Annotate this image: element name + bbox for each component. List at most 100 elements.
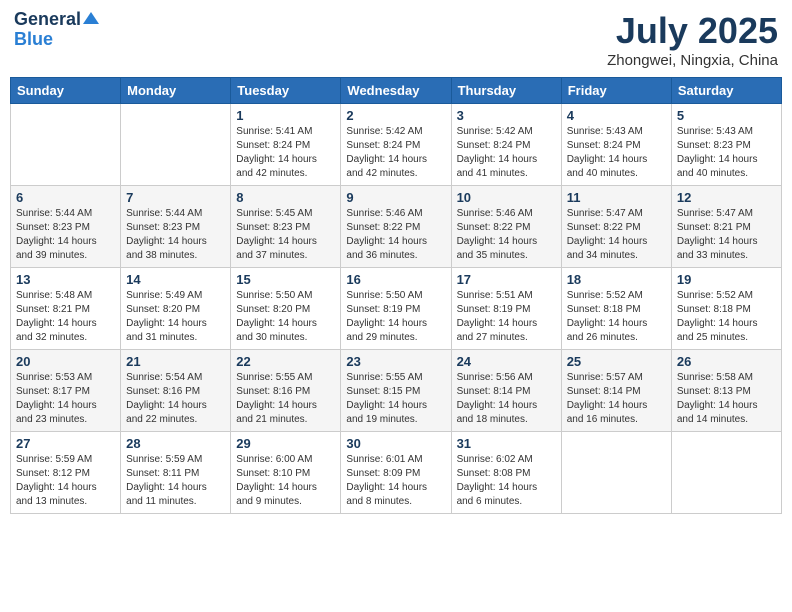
weekday-header-row: SundayMondayTuesdayWednesdayThursdayFrid… xyxy=(11,78,782,104)
day-number: 21 xyxy=(126,354,225,369)
day-info: Sunrise: 5:49 AM Sunset: 8:20 PM Dayligh… xyxy=(126,289,225,345)
day-number: 12 xyxy=(677,190,776,205)
calendar-cell: 28 Sunrise: 5:59 AM Sunset: 8:11 PM Dayli… xyxy=(121,432,231,514)
calendar-cell: 18 Sunrise: 5:52 AM Sunset: 8:18 PM Dayli… xyxy=(561,268,671,350)
day-number: 2 xyxy=(346,108,445,123)
day-number: 6 xyxy=(16,190,115,205)
calendar-cell: 4 Sunrise: 5:43 AM Sunset: 8:24 PM Daylig… xyxy=(561,104,671,186)
day-number: 28 xyxy=(126,436,225,451)
calendar-cell: 3 Sunrise: 5:42 AM Sunset: 8:24 PM Daylig… xyxy=(451,104,561,186)
week-row-1: 1 Sunrise: 5:41 AM Sunset: 8:24 PM Daylig… xyxy=(11,104,782,186)
day-info: Sunrise: 5:48 AM Sunset: 8:21 PM Dayligh… xyxy=(16,289,115,345)
calendar-cell: 10 Sunrise: 5:46 AM Sunset: 8:22 PM Dayli… xyxy=(451,186,561,268)
day-info: Sunrise: 6:00 AM Sunset: 8:10 PM Dayligh… xyxy=(236,453,335,509)
day-info: Sunrise: 5:55 AM Sunset: 8:15 PM Dayligh… xyxy=(346,371,445,427)
day-number: 17 xyxy=(457,272,556,287)
calendar-cell: 25Sunrise: 5:57 AM Sunset: 8:14 PM Dayli… xyxy=(561,350,671,432)
weekday-header-saturday: Saturday xyxy=(671,78,781,104)
day-number: 30 xyxy=(346,436,445,451)
day-info: Sunrise: 5:59 AM Sunset: 8:11 PM Dayligh… xyxy=(126,453,225,509)
day-info: Sunrise: 5:45 AM Sunset: 8:23 PM Dayligh… xyxy=(236,207,335,263)
calendar-cell: 20Sunrise: 5:53 AM Sunset: 8:17 PM Dayli… xyxy=(11,350,121,432)
calendar-cell: 23 Sunrise: 5:55 AM Sunset: 8:15 PM Dayli… xyxy=(341,350,451,432)
weekday-header-sunday: Sunday xyxy=(11,78,121,104)
day-number: 18 xyxy=(567,272,666,287)
day-info: Sunrise: 5:54 AM Sunset: 8:16 PM Dayligh… xyxy=(126,371,225,427)
calendar-cell xyxy=(671,432,781,514)
day-info: Sunrise: 5:53 AM Sunset: 8:17 PM Dayligh… xyxy=(16,371,115,427)
calendar-cell: 15Sunrise: 5:50 AM Sunset: 8:20 PM Dayli… xyxy=(231,268,341,350)
calendar-cell: 24 Sunrise: 5:56 AM Sunset: 8:14 PM Dayli… xyxy=(451,350,561,432)
day-number: 3 xyxy=(457,108,556,123)
calendar-cell xyxy=(11,104,121,186)
calendar-cell: 14 Sunrise: 5:49 AM Sunset: 8:20 PM Dayli… xyxy=(121,268,231,350)
day-number: 22 xyxy=(236,354,335,369)
weekday-header-friday: Friday xyxy=(561,78,671,104)
day-number: 25 xyxy=(567,354,666,369)
calendar-cell: 6 Sunrise: 5:44 AM Sunset: 8:23 PM Daylig… xyxy=(11,186,121,268)
day-number: 27 xyxy=(16,436,115,451)
calendar-cell xyxy=(561,432,671,514)
day-number: 29 xyxy=(236,436,335,451)
day-info: Sunrise: 5:56 AM Sunset: 8:14 PM Dayligh… xyxy=(457,371,556,427)
calendar-cell: 17 Sunrise: 5:51 AM Sunset: 8:19 PM Dayli… xyxy=(451,268,561,350)
day-number: 10 xyxy=(457,190,556,205)
calendar-cell: 12 Sunrise: 5:47 AM Sunset: 8:21 PM Dayli… xyxy=(671,186,781,268)
day-number: 26 xyxy=(677,354,776,369)
calendar-cell: 27 Sunrise: 5:59 AM Sunset: 8:12 PM Dayli… xyxy=(11,432,121,514)
logo: General Blue xyxy=(14,10,99,50)
calendar-table: SundayMondayTuesdayWednesdayThursdayFrid… xyxy=(10,77,782,514)
day-number: 16 xyxy=(346,272,445,287)
day-number: 23 xyxy=(346,354,445,369)
calendar-cell: 11 Sunrise: 5:47 AM Sunset: 8:22 PM Dayli… xyxy=(561,186,671,268)
day-info: Sunrise: 5:46 AM Sunset: 8:22 PM Dayligh… xyxy=(457,207,556,263)
calendar-cell: 22 Sunrise: 5:55 AM Sunset: 8:16 PM Dayli… xyxy=(231,350,341,432)
day-number: 24 xyxy=(457,354,556,369)
day-info: Sunrise: 6:01 AM Sunset: 8:09 PM Dayligh… xyxy=(346,453,445,509)
day-info: Sunrise: 5:47 AM Sunset: 8:21 PM Dayligh… xyxy=(677,207,776,263)
calendar-cell: 30 Sunrise: 6:01 AM Sunset: 8:09 PM Dayli… xyxy=(341,432,451,514)
logo-general-text: General xyxy=(14,10,81,30)
day-info: Sunrise: 5:52 AM Sunset: 8:18 PM Dayligh… xyxy=(567,289,666,345)
calendar-cell: 2 Sunrise: 5:42 AM Sunset: 8:24 PM Daylig… xyxy=(341,104,451,186)
day-info: Sunrise: 5:52 AM Sunset: 8:18 PM Dayligh… xyxy=(677,289,776,345)
page-header: General Blue July 2025 Zhongwei, Ningxia… xyxy=(10,10,782,69)
day-info: Sunrise: 5:41 AM Sunset: 8:24 PM Dayligh… xyxy=(236,125,335,181)
day-info: Sunrise: 5:46 AM Sunset: 8:22 PM Dayligh… xyxy=(346,207,445,263)
day-info: Sunrise: 5:51 AM Sunset: 8:19 PM Dayligh… xyxy=(457,289,556,345)
day-number: 13 xyxy=(16,272,115,287)
week-row-3: 13 Sunrise: 5:48 AM Sunset: 8:21 PM Dayli… xyxy=(11,268,782,350)
day-info: Sunrise: 5:47 AM Sunset: 8:22 PM Dayligh… xyxy=(567,207,666,263)
day-info: Sunrise: 5:43 AM Sunset: 8:24 PM Dayligh… xyxy=(567,125,666,181)
calendar-cell: 8 Sunrise: 5:45 AM Sunset: 8:23 PM Daylig… xyxy=(231,186,341,268)
day-number: 11 xyxy=(567,190,666,205)
day-info: Sunrise: 5:55 AM Sunset: 8:16 PM Dayligh… xyxy=(236,371,335,427)
calendar-cell: 1 Sunrise: 5:41 AM Sunset: 8:24 PM Daylig… xyxy=(231,104,341,186)
calendar-cell: 31 Sunrise: 6:02 AM Sunset: 8:08 PM Dayli… xyxy=(451,432,561,514)
day-number: 8 xyxy=(236,190,335,205)
day-info: Sunrise: 5:44 AM Sunset: 8:23 PM Dayligh… xyxy=(16,207,115,263)
day-info: Sunrise: 5:58 AM Sunset: 8:13 PM Dayligh… xyxy=(677,371,776,427)
week-row-4: 20Sunrise: 5:53 AM Sunset: 8:17 PM Dayli… xyxy=(11,350,782,432)
day-number: 1 xyxy=(236,108,335,123)
calendar-cell: 9Sunrise: 5:46 AM Sunset: 8:22 PM Daylig… xyxy=(341,186,451,268)
day-info: Sunrise: 5:44 AM Sunset: 8:23 PM Dayligh… xyxy=(126,207,225,263)
calendar-cell: 21 Sunrise: 5:54 AM Sunset: 8:16 PM Dayli… xyxy=(121,350,231,432)
day-number: 5 xyxy=(677,108,776,123)
day-number: 31 xyxy=(457,436,556,451)
calendar-cell: 26 Sunrise: 5:58 AM Sunset: 8:13 PM Dayli… xyxy=(671,350,781,432)
day-info: Sunrise: 5:59 AM Sunset: 8:12 PM Dayligh… xyxy=(16,453,115,509)
weekday-header-monday: Monday xyxy=(121,78,231,104)
day-info: Sunrise: 5:42 AM Sunset: 8:24 PM Dayligh… xyxy=(457,125,556,181)
logo-icon xyxy=(83,10,99,26)
calendar-cell: 7Sunrise: 5:44 AM Sunset: 8:23 PM Daylig… xyxy=(121,186,231,268)
calendar-cell xyxy=(121,104,231,186)
day-info: Sunrise: 6:02 AM Sunset: 8:08 PM Dayligh… xyxy=(457,453,556,509)
day-number: 19 xyxy=(677,272,776,287)
calendar-cell: 5Sunrise: 5:43 AM Sunset: 8:23 PM Daylig… xyxy=(671,104,781,186)
day-number: 4 xyxy=(567,108,666,123)
day-info: Sunrise: 5:50 AM Sunset: 8:20 PM Dayligh… xyxy=(236,289,335,345)
day-number: 14 xyxy=(126,272,225,287)
weekday-header-wednesday: Wednesday xyxy=(341,78,451,104)
day-info: Sunrise: 5:42 AM Sunset: 8:24 PM Dayligh… xyxy=(346,125,445,181)
